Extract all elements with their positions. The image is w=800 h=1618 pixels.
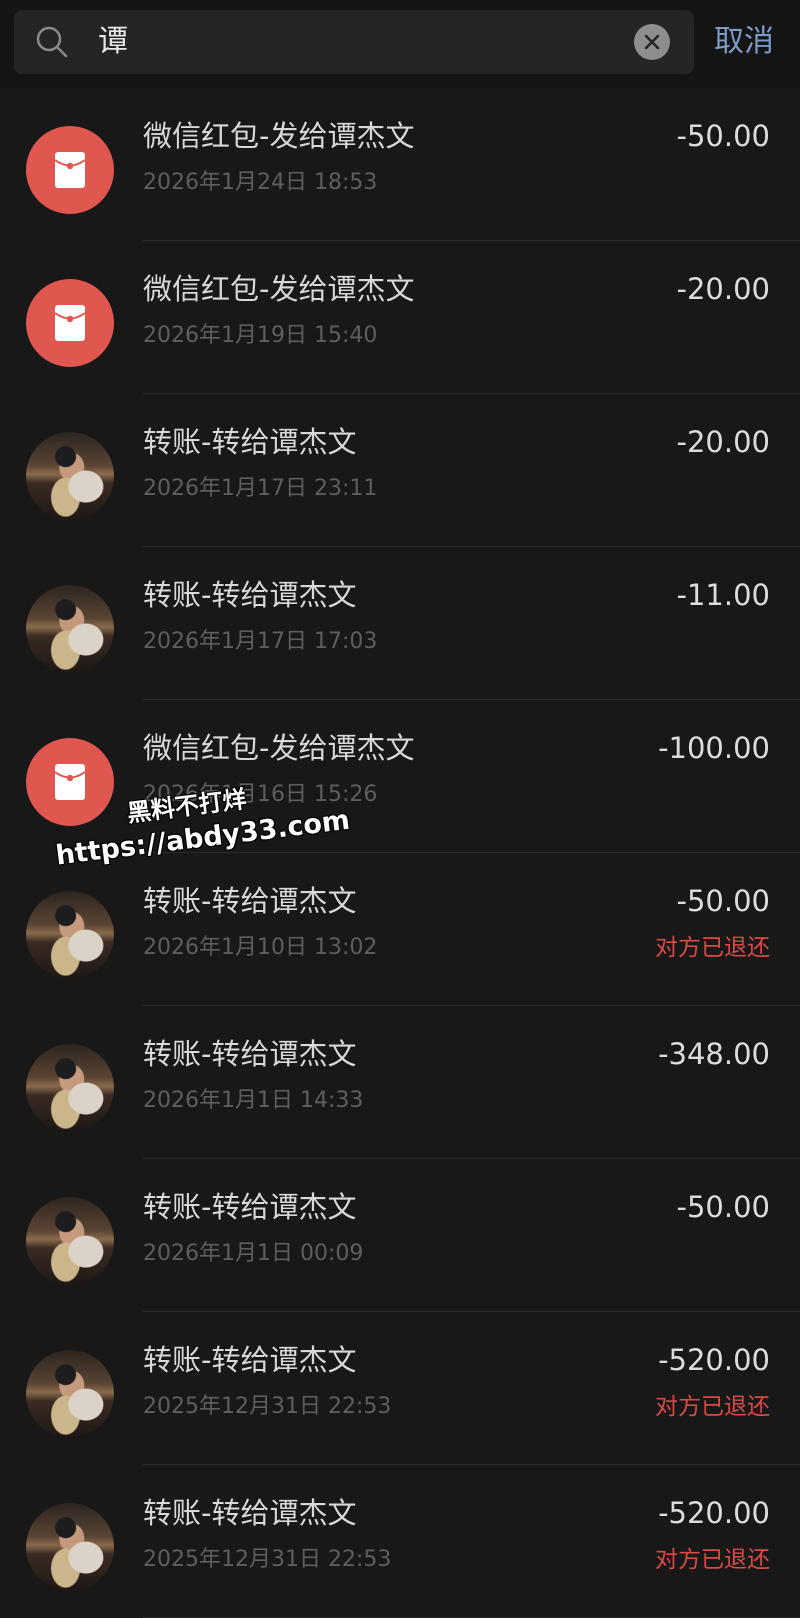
red-packet-icon (54, 152, 86, 188)
transaction-amount: -520.00 (658, 1496, 770, 1530)
transaction-amount: -50.00 (676, 119, 771, 153)
search-bar: 谭 取消 (0, 0, 800, 88)
transaction-time: 2026年1月1日 14:33 (143, 1088, 364, 1113)
search-icon (36, 26, 68, 58)
transaction-row[interactable]: 转账-转给谭杰文 2026年1月1日 14:33 -348.00 (0, 1006, 800, 1159)
transaction-amount: -11.00 (676, 578, 771, 612)
contact-avatar (26, 432, 114, 520)
transaction-time: 2026年1月24日 18:53 (143, 170, 378, 195)
search-input[interactable]: 谭 (98, 24, 128, 60)
transaction-title: 转账-转给谭杰文 (143, 884, 357, 918)
refund-status: 对方已退还 (655, 1394, 770, 1420)
transaction-time: 2026年1月17日 23:11 (143, 476, 378, 501)
transaction-title: 转账-转给谭杰文 (143, 1190, 357, 1224)
refund-status: 对方已退还 (655, 1547, 770, 1573)
search-box[interactable]: 谭 (14, 10, 694, 74)
red-packet-icon (54, 305, 86, 341)
transaction-time: 2026年1月17日 17:03 (143, 629, 378, 654)
transaction-amount: -348.00 (658, 1037, 770, 1071)
contact-avatar (26, 891, 114, 979)
contact-avatar (26, 1197, 114, 1285)
transaction-title: 转账-转给谭杰文 (143, 425, 357, 459)
transaction-row[interactable]: 转账-转给谭杰文 2025年12月31日 22:53 -520.00 对方已退还 (0, 1312, 800, 1465)
transaction-title: 转账-转给谭杰文 (143, 578, 357, 612)
transaction-amount: -50.00 (676, 884, 771, 918)
close-icon (644, 34, 660, 50)
clear-search-button[interactable] (634, 24, 670, 60)
transaction-amount: -20.00 (676, 425, 771, 459)
transaction-title: 转账-转给谭杰文 (143, 1343, 357, 1377)
transaction-title: 微信红包-发给谭杰文 (143, 272, 415, 306)
transaction-time: 2026年1月10日 13:02 (143, 935, 378, 960)
transaction-amount: -50.00 (676, 1190, 771, 1224)
contact-avatar (26, 585, 114, 673)
transaction-row[interactable]: 转账-转给谭杰文 2026年1月17日 17:03 -11.00 (0, 547, 800, 700)
red-packet-icon (54, 764, 86, 800)
transaction-title: 转账-转给谭杰文 (143, 1037, 357, 1071)
transaction-row[interactable]: 转账-转给谭杰文 2026年1月1日 00:09 -50.00 (0, 1159, 800, 1312)
cancel-button[interactable]: 取消 (714, 22, 774, 62)
contact-avatar (26, 1044, 114, 1132)
transaction-row[interactable]: 转账-转给谭杰文 2026年1月17日 23:11 -20.00 (0, 394, 800, 547)
transaction-amount: -100.00 (658, 731, 770, 765)
red-packet-avatar (26, 279, 114, 367)
red-packet-avatar (26, 126, 114, 214)
transaction-time: 2025年12月31日 22:53 (143, 1394, 392, 1419)
contact-avatar (26, 1350, 114, 1438)
transaction-amount: -520.00 (658, 1343, 770, 1377)
transaction-time: 2025年12月31日 22:53 (143, 1547, 392, 1572)
transaction-row[interactable]: 微信红包-发给谭杰文 2026年1月19日 15:40 -20.00 (0, 241, 800, 394)
transaction-row[interactable]: 转账-转给谭杰文 2025年12月31日 22:53 -520.00 对方已退还 (0, 1465, 800, 1618)
transaction-title: 转账-转给谭杰文 (143, 1496, 357, 1530)
transaction-time: 2026年1月1日 00:09 (143, 1241, 364, 1266)
refund-status: 对方已退还 (655, 935, 770, 961)
contact-avatar (26, 1503, 114, 1591)
transaction-amount: -20.00 (676, 272, 771, 306)
transaction-title: 微信红包-发给谭杰文 (143, 119, 415, 153)
transaction-title: 微信红包-发给谭杰文 (143, 731, 415, 765)
transaction-time: 2026年1月19日 15:40 (143, 323, 378, 348)
transaction-row[interactable]: 微信红包-发给谭杰文 2026年1月24日 18:53 -50.00 (0, 88, 800, 241)
